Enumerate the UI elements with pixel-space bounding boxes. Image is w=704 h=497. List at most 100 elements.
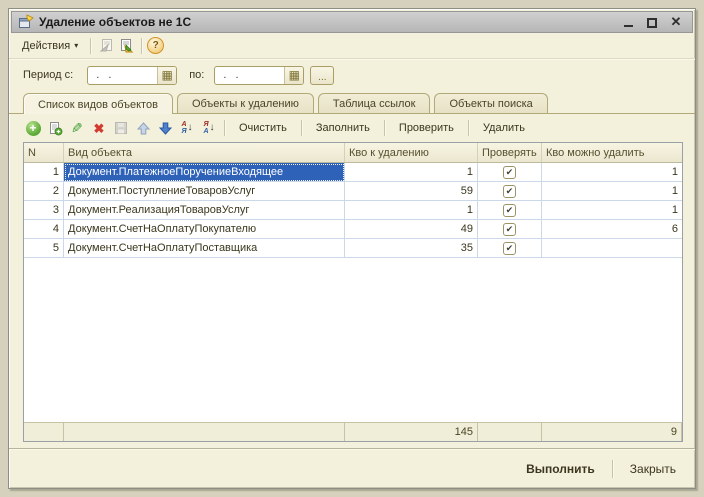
toolbar-separator	[468, 120, 469, 136]
close-window-button[interactable]: Закрыть	[621, 457, 685, 481]
totals-n-cell	[24, 423, 64, 441]
period-to-field[interactable]: . . ▦	[214, 66, 304, 85]
actions-menu-button[interactable]: Действия ▾	[15, 37, 85, 55]
check-cell[interactable]: ✔	[478, 239, 542, 258]
close-icon: ✕	[671, 16, 682, 28]
copy-row-button[interactable]	[45, 118, 65, 138]
checkbox[interactable]: ✔	[503, 242, 516, 255]
tab-search-objects[interactable]: Объекты поиска	[434, 93, 547, 113]
help-icon[interactable]: ?	[147, 37, 164, 54]
period-from-label: Период с:	[23, 69, 73, 81]
sort-za-icon: ЯА ↓	[203, 121, 214, 135]
delete-row-button[interactable]: ✖	[89, 118, 109, 138]
grid-toolbar: + ✎ ✖	[23, 114, 683, 142]
arrow-up-icon	[137, 122, 150, 135]
qty-can-delete-cell[interactable]: 6	[542, 220, 682, 239]
edit-row-button[interactable]: ✎	[67, 118, 87, 138]
table-row: 3 Документ.РеализацияТоваровУслуг 1 ✔ 1	[24, 201, 682, 220]
check-cell[interactable]: ✔	[478, 182, 542, 201]
object-type-cell[interactable]: Документ.ПлатежноеПоручениеВходящее	[64, 163, 345, 182]
calendar-icon[interactable]: ▦	[157, 67, 176, 84]
chevron-down-icon: ▾	[74, 41, 78, 50]
calendar-icon[interactable]: ▦	[284, 67, 303, 84]
row-number-cell[interactable]: 3	[24, 201, 64, 220]
floppy-disk-icon	[114, 121, 128, 135]
period-to-label: по:	[189, 69, 204, 81]
fill-button[interactable]: Заполнить	[307, 118, 379, 138]
qty-to-delete-cell[interactable]: 1	[345, 163, 478, 182]
clear-button[interactable]: Очистить	[230, 118, 296, 138]
copy-icon	[48, 121, 63, 136]
row-number-cell[interactable]: 5	[24, 239, 64, 258]
window-title: Удаление объектов не 1С	[39, 15, 622, 29]
maximize-icon	[647, 18, 657, 28]
tab-object-types-list[interactable]: Список видов объектов	[23, 93, 173, 114]
period-to-value: . .	[215, 69, 284, 81]
tab-panel: + ✎ ✖	[9, 114, 695, 448]
plus-icon: +	[26, 121, 41, 136]
row-number-cell[interactable]: 1	[24, 163, 64, 182]
toolbar-separator	[301, 120, 302, 136]
object-type-cell[interactable]: Документ.СчетНаОплатуПоставщика	[64, 239, 345, 258]
object-type-cell[interactable]: Документ.СчетНаОплатуПокупателю	[64, 220, 345, 239]
sort-descending-button[interactable]: ЯА ↓	[199, 118, 219, 138]
tab-links-table[interactable]: Таблица ссылок	[318, 93, 431, 113]
qty-to-delete-cell[interactable]: 1	[345, 201, 478, 220]
footer-separator	[612, 460, 613, 478]
table-body: 1 Документ.ПлатежноеПоручениеВходящее 1 …	[24, 163, 682, 258]
table-totals-row: 145 9	[24, 422, 682, 441]
qty-to-delete-cell[interactable]: 35	[345, 239, 478, 258]
actions-label: Действия	[22, 40, 70, 52]
execute-button[interactable]: Выполнить	[517, 457, 604, 481]
add-row-button[interactable]: +	[23, 118, 43, 138]
tab-objects-to-delete[interactable]: Объекты к удалению	[177, 93, 314, 113]
delete-objects-button[interactable]: Удалить	[474, 118, 534, 138]
check-cell[interactable]: ✔	[478, 201, 542, 220]
qty-can-delete-cell[interactable]: 1	[542, 182, 682, 201]
period-row: Период с: . . ▦ по: . . ▦ ...	[9, 59, 695, 89]
qty-to-delete-cell[interactable]: 59	[345, 182, 478, 201]
period-more-button[interactable]: ...	[310, 66, 334, 85]
qty-can-delete-cell[interactable]	[542, 239, 682, 258]
end-edit-button[interactable]	[111, 118, 131, 138]
check-cell[interactable]: ✔	[478, 220, 542, 239]
save-values-icon[interactable]	[116, 36, 136, 56]
maximize-button[interactable]	[646, 16, 658, 28]
move-down-button[interactable]	[155, 118, 175, 138]
move-up-button[interactable]	[133, 118, 153, 138]
totals-check-cell	[478, 423, 542, 441]
table-header-row: N Вид объекта Кво к удалению Проверять К…	[24, 143, 682, 163]
checkbox[interactable]: ✔	[503, 204, 516, 217]
row-number-cell[interactable]: 4	[24, 220, 64, 239]
arrow-down-icon	[159, 122, 172, 135]
qty-can-delete-cell[interactable]: 1	[542, 163, 682, 182]
minimize-button[interactable]	[622, 16, 634, 28]
row-number-cell[interactable]: 2	[24, 182, 64, 201]
object-type-cell[interactable]: Документ.РеализацияТоваровУслуг	[64, 201, 345, 220]
period-from-field[interactable]: . . ▦	[87, 66, 177, 85]
checkbox[interactable]: ✔	[503, 223, 516, 236]
minimize-icon	[624, 25, 633, 27]
app-window: Удаление объектов не 1С ✕ Действия ▾	[8, 8, 696, 489]
pencil-icon: ✎	[71, 121, 83, 135]
check-button[interactable]: Проверить	[390, 118, 463, 138]
table-row: 2 Документ.ПоступлениеТоваровУслуг 59 ✔ …	[24, 182, 682, 201]
close-button[interactable]: ✕	[670, 16, 682, 28]
header-qty-can-delete: Кво можно удалить	[542, 143, 682, 162]
toolbar-separator	[141, 38, 142, 54]
check-cell[interactable]: ✔	[478, 163, 542, 182]
table-row: 1 Документ.ПлатежноеПоручениеВходящее 1 …	[24, 163, 682, 182]
qty-can-delete-cell[interactable]: 1	[542, 201, 682, 220]
checkbox[interactable]: ✔	[503, 166, 516, 179]
header-check: Проверять	[478, 143, 542, 162]
checkbox[interactable]: ✔	[503, 185, 516, 198]
restore-values-icon[interactable]	[96, 36, 116, 56]
sort-az-icon: АЯ ↓	[181, 121, 192, 135]
period-from-value: . .	[88, 69, 157, 81]
qty-to-delete-cell[interactable]: 49	[345, 220, 478, 239]
object-type-cell[interactable]: Документ.ПоступлениеТоваровУслуг	[64, 182, 345, 201]
table-row: 5 Документ.СчетНаОплатуПоставщика 35 ✔	[24, 239, 682, 258]
sort-ascending-button[interactable]: АЯ ↓	[177, 118, 197, 138]
main-toolbar: Действия ▾ ?	[9, 33, 695, 59]
table-empty-area	[24, 258, 682, 422]
